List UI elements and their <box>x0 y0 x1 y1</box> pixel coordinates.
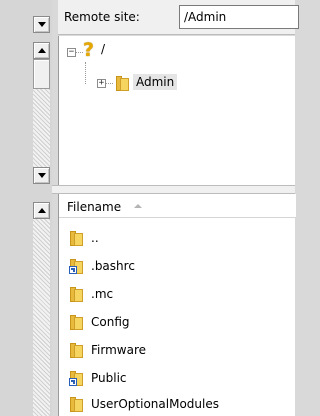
list-item[interactable]: .. <box>59 226 296 250</box>
list-item[interactable]: Public <box>59 366 296 390</box>
remote-directory-tree: − ? / + Admin <box>58 36 295 185</box>
folder-icon <box>70 230 84 246</box>
scrollbar-thumb[interactable] <box>33 59 50 89</box>
list-item-name: Config <box>91 315 130 329</box>
list-item-name: .bashrc <box>91 259 135 273</box>
column-header-filename[interactable]: Filename <box>59 194 296 218</box>
scrollbar-track[interactable] <box>33 89 50 167</box>
folder-shortcut-icon <box>69 370 84 386</box>
list-item[interactable]: UserOptionalModules <box>59 392 296 416</box>
list-item-name: .mc <box>91 287 114 301</box>
tree-connector <box>76 52 83 53</box>
tree-item-admin[interactable]: Admin <box>133 74 178 90</box>
remote-site-label: Remote site: <box>64 10 140 24</box>
question-icon: ? <box>83 39 95 61</box>
folder-icon <box>70 396 84 412</box>
arrow-down-icon <box>37 22 46 27</box>
list-item-name: .. <box>91 231 99 245</box>
remote-site-path-input[interactable]: /Admin <box>179 5 299 29</box>
remote-file-list: Filename .. .bashrc .mc Config Firmware … <box>58 194 296 416</box>
arrow-up-icon <box>37 208 46 213</box>
remote-site-bar: Remote site: /Admin <box>58 0 299 35</box>
pane-splitter[interactable] <box>52 185 295 194</box>
scroll-up-button[interactable] <box>33 202 50 219</box>
folder-icon <box>70 286 84 302</box>
scroll-down-button[interactable] <box>33 167 50 184</box>
list-item[interactable]: Config <box>59 310 296 334</box>
left-pane-scroll-column <box>0 0 52 416</box>
tree-connector <box>106 83 113 84</box>
list-item[interactable]: .mc <box>59 282 296 306</box>
arrow-down-icon <box>37 173 46 178</box>
scroll-up-button[interactable] <box>33 42 50 59</box>
collapse-icon[interactable]: − <box>67 48 76 57</box>
list-item-name: Public <box>91 371 127 385</box>
list-item-name: UserOptionalModules <box>91 397 219 411</box>
folder-icon <box>70 342 84 358</box>
arrow-up-icon <box>37 48 46 53</box>
sort-ascending-icon <box>134 204 142 208</box>
tree-root-label[interactable]: / <box>101 42 105 56</box>
folder-icon <box>70 314 84 330</box>
scroll-down-button[interactable] <box>33 16 50 33</box>
tree-connector <box>85 62 86 84</box>
column-header-label: Filename <box>67 200 122 214</box>
list-item[interactable]: .bashrc <box>59 254 296 278</box>
scrollbar-track[interactable] <box>33 219 50 416</box>
expand-icon[interactable]: + <box>97 79 106 88</box>
list-item-name: Firmware <box>91 343 146 357</box>
folder-shortcut-icon <box>69 258 84 274</box>
folder-icon <box>116 75 130 91</box>
list-item[interactable]: Firmware <box>59 338 296 362</box>
